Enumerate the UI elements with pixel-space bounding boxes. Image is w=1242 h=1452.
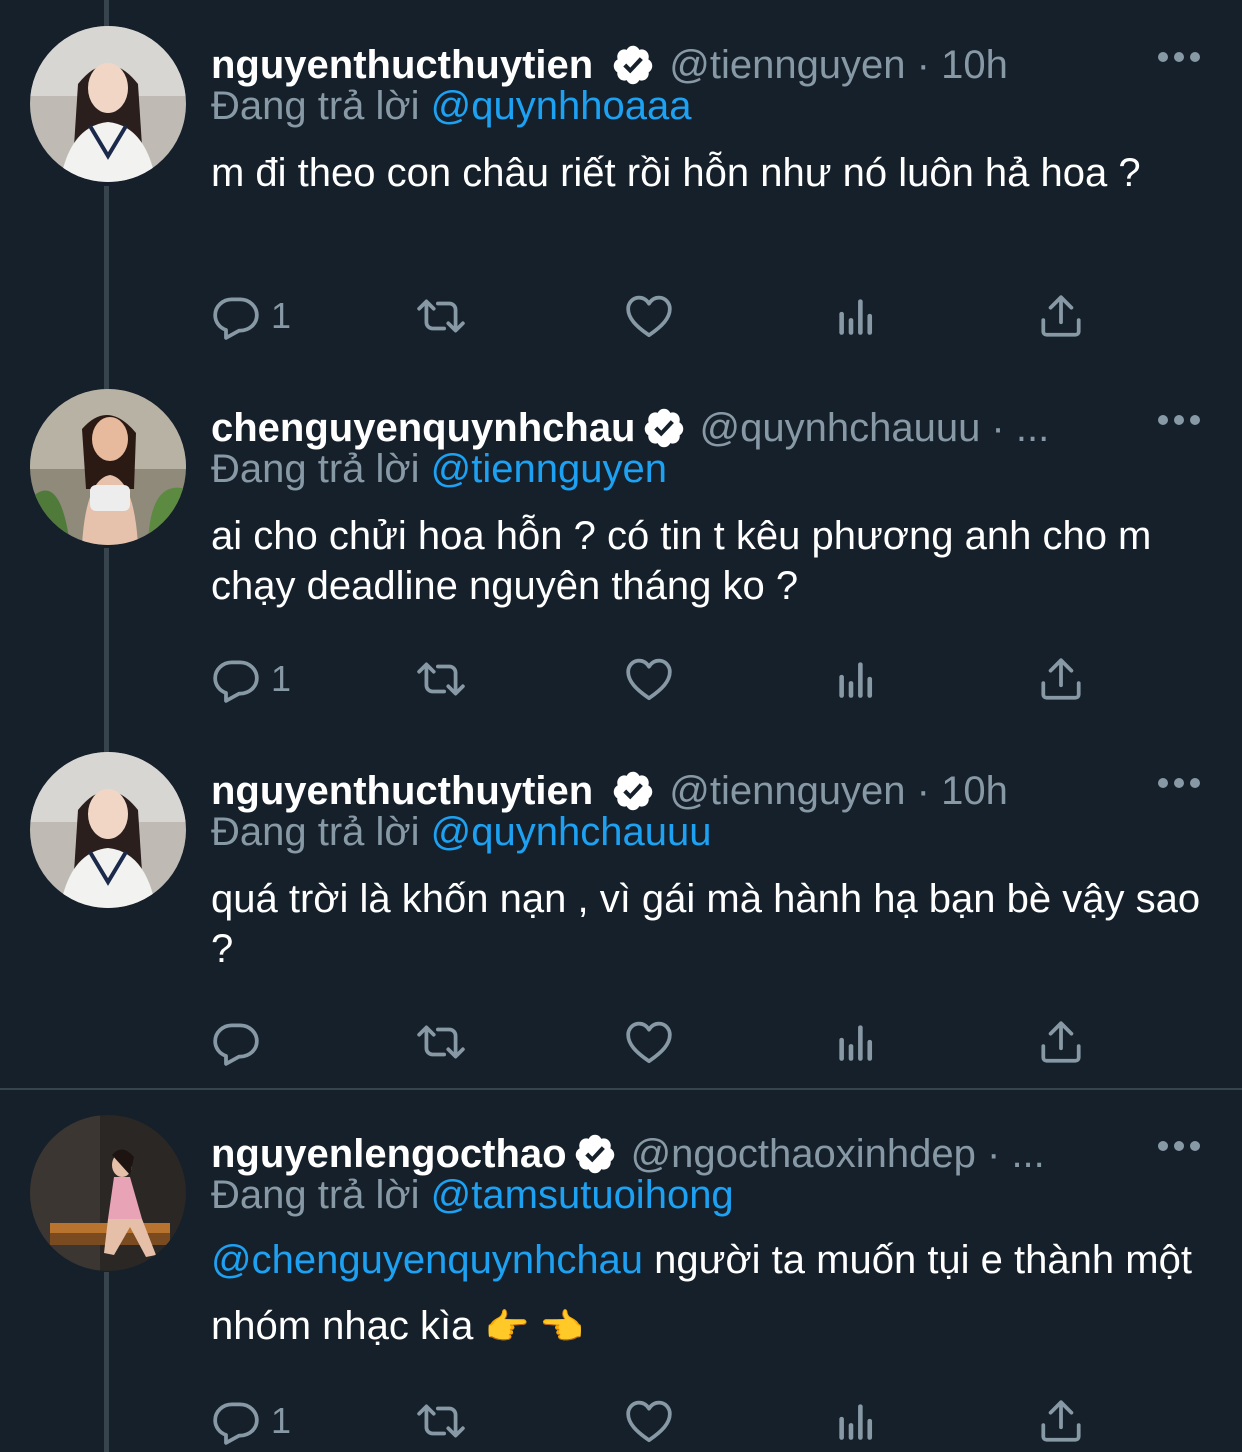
reply-prefix: Đang trả lời bbox=[211, 84, 420, 128]
handle-and-time[interactable]: @ngocthaoxinhdep · ... bbox=[631, 1132, 1045, 1177]
pointing-hands-emoji: 👉 👈 bbox=[484, 1306, 585, 1347]
analytics-icon bbox=[831, 654, 881, 704]
share-icon bbox=[1036, 1017, 1086, 1067]
reply-button[interactable]: 1 bbox=[211, 286, 291, 346]
like-button[interactable] bbox=[624, 1391, 674, 1451]
tweet-actions: 1 bbox=[211, 649, 1091, 709]
like-icon bbox=[624, 1396, 674, 1446]
more-options-icon[interactable] bbox=[1158, 411, 1200, 429]
handle-and-time[interactable]: @tiennguyen · 10h bbox=[669, 769, 1008, 814]
like-icon bbox=[624, 291, 674, 341]
share-icon bbox=[1036, 1396, 1086, 1446]
display-name[interactable]: nguyenlengocthao bbox=[211, 1132, 567, 1177]
retweet-icon bbox=[416, 1017, 466, 1067]
tweet[interactable]: nguyenthucthuytien @tiennguyen · 10h Đan… bbox=[0, 752, 1242, 1082]
retweet-button[interactable] bbox=[416, 286, 466, 346]
reply-icon bbox=[211, 1396, 261, 1446]
avatar[interactable] bbox=[30, 752, 186, 908]
reply-to-mention[interactable]: @tamsutuoihong bbox=[431, 1173, 734, 1217]
share-icon bbox=[1036, 654, 1086, 704]
retweet-button[interactable] bbox=[416, 649, 466, 709]
analytics-icon bbox=[831, 1396, 881, 1446]
share-button[interactable] bbox=[1036, 286, 1086, 346]
analytics-icon bbox=[831, 1017, 881, 1067]
analytics-button[interactable] bbox=[831, 649, 881, 709]
like-button[interactable] bbox=[624, 649, 674, 709]
reply-icon bbox=[211, 291, 261, 341]
reply-to-mention[interactable]: @tiennguyen bbox=[431, 447, 667, 491]
retweet-button[interactable] bbox=[416, 1391, 466, 1451]
avatar[interactable] bbox=[30, 26, 186, 182]
reply-count: 1 bbox=[271, 658, 292, 699]
tweet-text: quá trời là khốn nạn , vì gái mà hành hạ… bbox=[211, 877, 1201, 971]
more-options-icon[interactable] bbox=[1158, 1137, 1200, 1155]
verified-badge-icon bbox=[573, 1132, 617, 1176]
handle-and-time[interactable]: @tiennguyen · 10h bbox=[669, 43, 1008, 88]
like-button[interactable] bbox=[624, 286, 674, 346]
more-options-icon[interactable] bbox=[1158, 48, 1200, 66]
tweet-text: ai cho chửi hoa hỗn ? có tin t kêu phươn… bbox=[211, 514, 1152, 608]
tweet-actions: 1 bbox=[211, 1391, 1091, 1451]
tweet[interactable]: nguyenthucthuytien @tiennguyen · 10h Đan… bbox=[0, 26, 1242, 356]
display-name[interactable]: nguyenthucthuytien bbox=[211, 43, 593, 88]
reply-icon bbox=[211, 1017, 261, 1067]
analytics-button[interactable] bbox=[831, 1012, 881, 1072]
text-mention[interactable]: @chenguyenquynhchau bbox=[211, 1238, 643, 1282]
avatar[interactable] bbox=[30, 389, 186, 545]
reply-button[interactable]: 1 bbox=[211, 649, 291, 709]
tweet[interactable]: nguyenlengocthao @ngocthaoxinhdep · ... … bbox=[0, 1115, 1242, 1452]
reply-to-mention[interactable]: @quynhhoaaa bbox=[431, 84, 692, 128]
display-name[interactable]: nguyenthucthuytien bbox=[211, 769, 593, 814]
tweet[interactable]: chenguyenquynhchau @quynhchauuu · ... Đa… bbox=[0, 389, 1242, 719]
reply-prefix: Đang trả lời bbox=[211, 810, 420, 854]
like-icon bbox=[624, 654, 674, 704]
retweet-icon bbox=[416, 1396, 466, 1446]
conversation-separator bbox=[0, 1088, 1242, 1090]
reply-count: 1 bbox=[271, 295, 292, 336]
retweet-icon bbox=[416, 291, 466, 341]
verified-badge-icon bbox=[611, 769, 655, 813]
avatar[interactable] bbox=[30, 1115, 186, 1271]
share-icon bbox=[1036, 291, 1086, 341]
reply-to-mention[interactable]: @quynhchauuu bbox=[431, 810, 712, 854]
tweet-text: @chenguyenquynhchau người ta muốn tụi e … bbox=[211, 1227, 1211, 1360]
reply-context: Đang trả lời @quynhhoaaa bbox=[211, 84, 692, 129]
more-options-icon[interactable] bbox=[1158, 774, 1200, 792]
display-name[interactable]: chenguyenquynhchau bbox=[211, 406, 636, 451]
reply-prefix: Đang trả lời bbox=[211, 1173, 420, 1217]
like-icon bbox=[624, 1017, 674, 1067]
like-button[interactable] bbox=[624, 1012, 674, 1072]
verified-badge-icon bbox=[642, 406, 686, 450]
reply-context: Đang trả lời @quynhchauuu bbox=[211, 810, 712, 855]
retweet-icon bbox=[416, 654, 466, 704]
share-button[interactable] bbox=[1036, 1012, 1086, 1072]
reply-context: Đang trả lời @tiennguyen bbox=[211, 447, 667, 492]
reply-button[interactable]: 1 bbox=[211, 1391, 291, 1451]
analytics-button[interactable] bbox=[831, 286, 881, 346]
handle-and-time[interactable]: @quynhchauuu · ... bbox=[700, 406, 1050, 451]
reply-button[interactable] bbox=[211, 1012, 271, 1072]
share-button[interactable] bbox=[1036, 649, 1086, 709]
tweet-actions: 1 bbox=[211, 286, 1091, 346]
reply-count: 1 bbox=[271, 1400, 292, 1441]
analytics-button[interactable] bbox=[831, 1391, 881, 1451]
tweet-actions bbox=[211, 1012, 1091, 1072]
analytics-icon bbox=[831, 291, 881, 341]
thread-line bbox=[104, 0, 109, 28]
reply-icon bbox=[211, 654, 261, 704]
reply-context: Đang trả lời @tamsutuoihong bbox=[211, 1173, 734, 1218]
tweet-text: m đi theo con châu riết rồi hỗn như nó l… bbox=[211, 151, 1141, 195]
retweet-button[interactable] bbox=[416, 1012, 466, 1072]
reply-prefix: Đang trả lời bbox=[211, 447, 420, 491]
verified-badge-icon bbox=[611, 43, 655, 87]
share-button[interactable] bbox=[1036, 1391, 1086, 1451]
